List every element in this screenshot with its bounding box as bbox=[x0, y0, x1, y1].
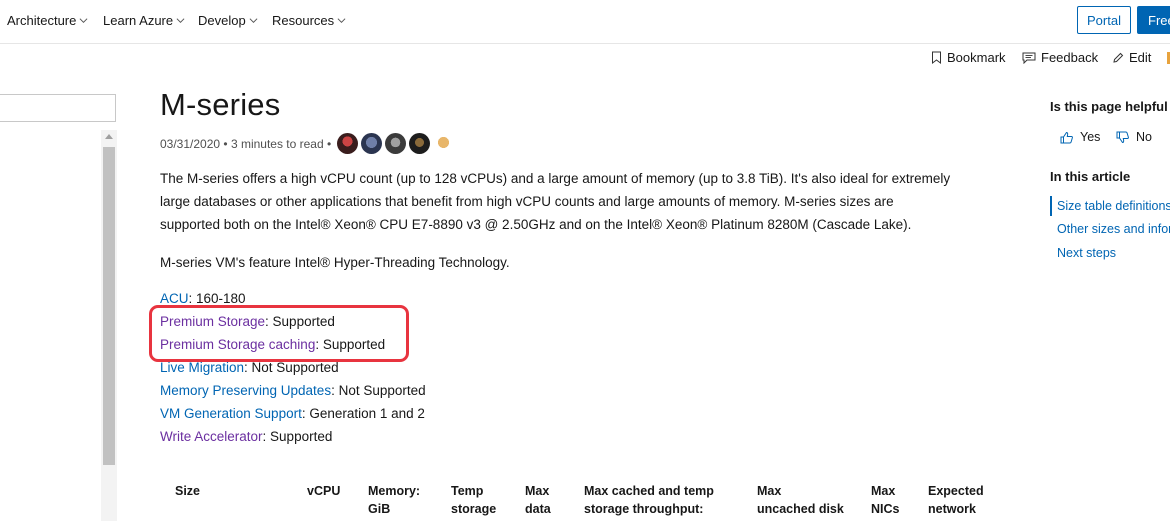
avatar[interactable] bbox=[361, 133, 383, 154]
page-title: M-series bbox=[160, 87, 281, 122]
property-write-accelerator: Write Accelerator: Supported bbox=[160, 425, 332, 448]
table-header: vCPU bbox=[307, 482, 340, 500]
yes-label: Yes bbox=[1080, 130, 1101, 144]
intro-line: The M-series offers a high vCPU count (u… bbox=[160, 171, 951, 186]
highlight-box bbox=[149, 305, 409, 362]
header-line: Temp bbox=[451, 484, 484, 498]
property-value: : Not Supported bbox=[244, 360, 339, 375]
table-header: Temp storage bbox=[451, 482, 496, 518]
header-line: storage throughput: bbox=[584, 502, 704, 516]
separator-dot: • bbox=[323, 136, 332, 151]
header-line: storage bbox=[451, 502, 497, 516]
live-migration-link[interactable]: Live Migration bbox=[160, 360, 244, 375]
header-line: Max bbox=[757, 484, 782, 498]
thumbs-up-icon bbox=[1060, 131, 1073, 143]
table-header: Max data bbox=[525, 482, 551, 518]
edit-label: Edit bbox=[1129, 50, 1152, 65]
nav-learn-azure[interactable]: Learn Azure bbox=[103, 13, 185, 28]
property-memory-preserving-updates: Memory Preserving Updates: Not Supported bbox=[160, 379, 426, 402]
property-vm-generation: VM Generation Support: Generation 1 and … bbox=[160, 402, 425, 425]
nav-develop[interactable]: Develop bbox=[198, 13, 258, 28]
header-line: uncached disk bbox=[757, 502, 844, 516]
table-header: Max NICs bbox=[871, 482, 899, 518]
hyperthreading-paragraph: M-series VM's feature Intel® Hyper-Threa… bbox=[160, 255, 510, 270]
header-line: data bbox=[525, 502, 551, 516]
feedback-button[interactable]: Feedback bbox=[1022, 50, 1098, 65]
nav-label: Resources bbox=[272, 13, 335, 28]
property-value: : Generation 1 and 2 bbox=[301, 406, 425, 421]
table-header: Memory: GiB bbox=[368, 482, 420, 518]
read-time: 3 minutes to read bbox=[230, 136, 324, 151]
header-line: vCPU bbox=[307, 484, 341, 498]
table-header: Max cached and temp storage throughput: bbox=[584, 482, 714, 518]
no-button[interactable]: No bbox=[1116, 130, 1152, 144]
intro-line: large databases or other applications th… bbox=[160, 194, 894, 209]
header-line: network bbox=[928, 502, 976, 516]
toc-filter-input[interactable] bbox=[0, 94, 116, 122]
header-line: NICs bbox=[871, 502, 900, 516]
header-line: Memory: bbox=[368, 484, 421, 498]
article-date: 03/31/2020 bbox=[160, 136, 221, 151]
top-navigation: Architecture Learn Azure Develop Resourc… bbox=[0, 0, 1170, 44]
nav-label: Architecture bbox=[7, 13, 77, 28]
portal-button[interactable]: Portal bbox=[1077, 6, 1131, 34]
feedback-icon bbox=[1022, 52, 1036, 64]
avatar[interactable] bbox=[433, 133, 455, 154]
avatar[interactable] bbox=[385, 133, 407, 154]
header-line: Max bbox=[525, 484, 550, 498]
vm-generation-link[interactable]: VM Generation Support bbox=[160, 406, 302, 421]
free-account-button[interactable]: Free bbox=[1137, 6, 1170, 34]
intro-line: supported both on the Intel® Xeon® CPU E… bbox=[160, 217, 912, 232]
separator-dot: • bbox=[220, 136, 231, 151]
property-value: : 160-180 bbox=[188, 291, 246, 306]
header-line: Max bbox=[871, 484, 896, 498]
bookmark-label: Bookmark bbox=[947, 50, 1006, 65]
bookmark-icon bbox=[932, 51, 941, 64]
article-metadata: 03/31/2020 • 3 minutes to read • bbox=[160, 133, 455, 154]
property-value: : Supported bbox=[262, 429, 333, 444]
thumbs-down-icon bbox=[1116, 131, 1129, 143]
bookmark-button[interactable]: Bookmark bbox=[931, 50, 1006, 65]
edit-button[interactable]: Edit bbox=[1112, 50, 1151, 65]
active-indicator bbox=[1050, 196, 1052, 216]
table-header: Size bbox=[175, 482, 200, 500]
chevron-down-icon bbox=[337, 18, 346, 24]
header-line: Expected bbox=[928, 484, 984, 498]
feedback-label: Feedback bbox=[1041, 50, 1099, 65]
write-accelerator-link[interactable]: Write Accelerator bbox=[160, 429, 263, 444]
chevron-down-icon bbox=[249, 18, 258, 24]
no-label: No bbox=[1136, 130, 1152, 144]
toc-link-size-table[interactable]: Size table definitions bbox=[1057, 199, 1170, 213]
nav-label: Learn Azure bbox=[103, 13, 174, 28]
header-line: Max cached and temp bbox=[584, 484, 714, 498]
in-this-article-title: In this article bbox=[1050, 169, 1131, 184]
chevron-down-icon bbox=[176, 18, 185, 24]
table-header: Expected network bbox=[928, 482, 984, 518]
table-header: Max uncached disk bbox=[757, 482, 844, 518]
header-line: GiB bbox=[368, 502, 391, 516]
memory-preserving-updates-link[interactable]: Memory Preserving Updates bbox=[160, 383, 331, 398]
chevron-down-icon bbox=[79, 18, 88, 24]
header-line: Size bbox=[175, 484, 201, 498]
toc-link-next-steps[interactable]: Next steps bbox=[1057, 246, 1116, 260]
property-value: : Not Supported bbox=[331, 383, 426, 398]
toc-link-other-sizes[interactable]: Other sizes and infor bbox=[1057, 222, 1170, 236]
nav-architecture[interactable]: Architecture bbox=[7, 13, 88, 28]
intro-paragraph: The M-series offers a high vCPU count (u… bbox=[160, 167, 1000, 236]
helpful-title: Is this page helpful bbox=[1050, 99, 1168, 114]
pencil-icon bbox=[1113, 52, 1124, 63]
avatar[interactable] bbox=[337, 133, 359, 154]
acu-link[interactable]: ACU bbox=[160, 291, 189, 306]
toc-scrollbar-thumb[interactable] bbox=[103, 147, 115, 465]
contributors bbox=[337, 133, 455, 154]
yes-button[interactable]: Yes bbox=[1060, 130, 1100, 144]
avatar[interactable] bbox=[409, 133, 431, 154]
nav-label: Develop bbox=[198, 13, 246, 28]
nav-resources[interactable]: Resources bbox=[272, 13, 346, 28]
scroll-up-arrow-icon[interactable] bbox=[105, 134, 113, 139]
